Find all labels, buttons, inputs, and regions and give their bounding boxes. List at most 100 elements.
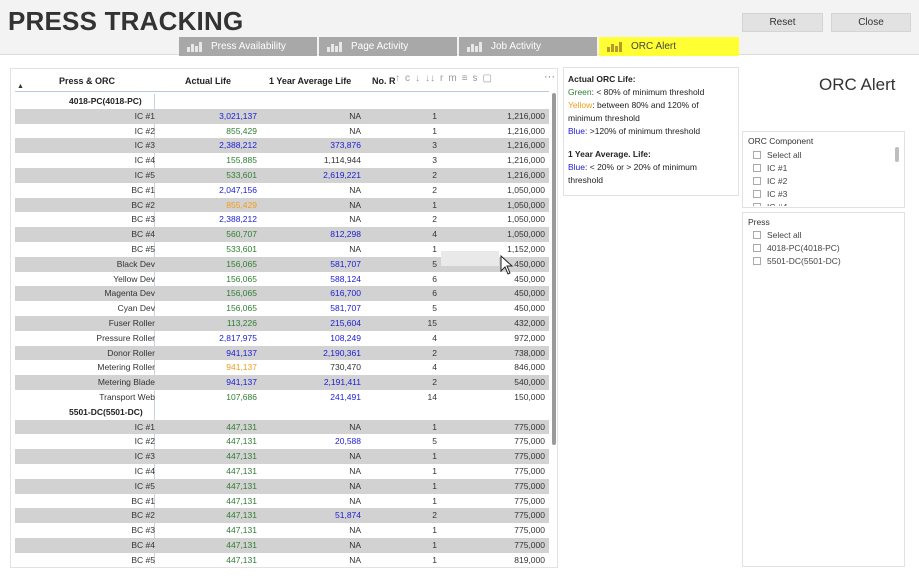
legend-blue-text: : >120% of minimum threshold <box>585 126 701 136</box>
page-title: ORC Alert <box>819 75 896 94</box>
slicer-option[interactable]: Select all <box>753 230 802 240</box>
sort-descending-icon[interactable]: ↓ <box>415 73 420 84</box>
replacements-cell: 4 <box>432 229 437 240</box>
actual-life-cell: 2,047,156 <box>219 184 257 195</box>
table-row[interactable]: BC #4 560,707 812,298 4 1,050,000 <box>15 227 549 242</box>
checkbox[interactable] <box>753 151 761 159</box>
replacements-cell: 2 <box>432 347 437 358</box>
replacements-cell: 1 <box>432 243 437 254</box>
slicer-title: Press <box>748 217 770 227</box>
drill-level-icon[interactable]: r <box>440 73 443 84</box>
replacements-cell: 1 <box>432 125 437 136</box>
slicer-option[interactable]: IC #1 <box>753 163 787 173</box>
hierarchy-icon[interactable]: m <box>448 73 456 84</box>
orc-label-cell: BC #3 <box>131 214 155 225</box>
replacements-cell: 5 <box>432 303 437 314</box>
table-row[interactable]: BC #3 447,131 NA 1 775,000 <box>15 523 549 538</box>
actual-life-cell: 107,686 <box>226 391 257 402</box>
expand-icon[interactable]: c <box>405 73 410 84</box>
slicer-option[interactable]: Select all <box>753 150 802 160</box>
table-row[interactable]: BC #3 2,388,212 NA 2 1,050,000 <box>15 212 549 227</box>
table-row[interactable]: Cyan Dev 156,065 581,707 5 450,000 <box>15 301 549 316</box>
table-scrollbar[interactable] <box>551 93 557 563</box>
checkbox[interactable] <box>753 190 761 198</box>
table-row[interactable]: IC #1 3,021,137 NA 1 1,216,000 <box>15 108 549 124</box>
slicer-scrollbar[interactable] <box>895 147 899 162</box>
bar-chart-icon <box>327 41 343 52</box>
threshold-cell: 775,000 <box>514 436 545 447</box>
table-row[interactable]: BC #2 447,131 51,874 2 775,000 <box>15 508 549 524</box>
color-legend: Actual ORC Life: Green: < 80% of minimum… <box>563 67 739 196</box>
sort-indicator-icon[interactable]: ▲ <box>17 83 24 90</box>
checkbox[interactable] <box>753 164 761 172</box>
more-options-icon[interactable]: ··· <box>544 71 555 83</box>
slicer-option[interactable]: IC #4 <box>753 202 787 206</box>
table-row[interactable]: IC #5 447,131 NA 1 775,000 <box>15 478 549 494</box>
table-row[interactable]: BC #2 855,429 NA 1 1,050,000 <box>15 197 549 213</box>
group-row[interactable]: 4018-PC(4018-PC) <box>15 94 549 109</box>
pin-icon[interactable]: s <box>473 73 478 84</box>
table-row[interactable]: BC #4 447,131 NA 1 775,000 <box>15 537 549 553</box>
table-row[interactable]: BC #1 447,131 NA 1 775,000 <box>15 494 549 509</box>
reset-button[interactable]: Reset <box>742 13 823 32</box>
table-row[interactable]: Donor Roller 941,137 2,190,361 2 738,000 <box>15 345 549 361</box>
table-row[interactable]: Yellow Dev 156,065 588,124 6 450,000 <box>15 272 549 287</box>
table-row[interactable]: IC #2 447,131 20,588 5 775,000 <box>15 434 549 449</box>
tab-orc-alert[interactable]: ORC Alert <box>599 37 739 56</box>
sort-ascending-icon[interactable]: ↑ <box>395 73 400 84</box>
table-row[interactable]: IC #1 447,131 NA 1 775,000 <box>15 419 549 435</box>
checkbox[interactable] <box>753 244 761 252</box>
checkbox[interactable] <box>753 203 761 206</box>
tab-job-activity[interactable]: Job Activity <box>459 37 597 56</box>
checkbox[interactable] <box>753 177 761 185</box>
table-row[interactable]: Transport Web 107,686 241,491 14 150,000 <box>15 390 549 405</box>
table-row[interactable]: BC #1 2,047,156 NA 2 1,050,000 <box>15 183 549 198</box>
threshold-cell: 450,000 <box>514 288 545 299</box>
tab-page-activity[interactable]: Page Activity <box>319 37 457 56</box>
orc-label-cell: IC #3 <box>134 451 155 462</box>
actual-life-cell: 855,429 <box>226 125 257 136</box>
table-row[interactable]: Magenta Dev 156,065 616,700 6 450,000 <box>15 286 549 302</box>
table-row[interactable]: IC #2 855,429 NA 1 1,216,000 <box>15 124 549 139</box>
checkbox[interactable] <box>753 257 761 265</box>
table-row[interactable]: Metering Roller 941,137 730,470 4 846,000 <box>15 360 549 375</box>
column-header-actual-life[interactable]: Actual Life <box>185 76 231 86</box>
column-header-no-replacements[interactable]: No. R <box>372 76 396 86</box>
table-row[interactable]: Pressure Roller 2,817,975 108,249 4 972,000 <box>15 331 549 346</box>
drill-down-icon[interactable]: ↓↓ <box>425 73 435 84</box>
threshold-cell: 450,000 <box>514 303 545 314</box>
orc-label-cell: Transport Web <box>99 391 155 402</box>
option-label: IC #4 <box>767 202 787 206</box>
group-row[interactable]: 5501-DC(5501-DC) <box>15 405 549 420</box>
slicer-option[interactable]: 4018-PC(4018-PC) <box>753 243 840 253</box>
actual-life-cell: 447,131 <box>226 554 257 565</box>
table-row[interactable]: IC #4 447,131 NA 1 775,000 <box>15 464 549 479</box>
legend-avg-blue-line: Blue: < 20% or > 20% of minimum threshol… <box>568 161 734 187</box>
table-row[interactable]: IC #3 447,131 NA 1 775,000 <box>15 449 549 464</box>
checkbox[interactable] <box>753 231 761 239</box>
avg-life-cell: 616,700 <box>330 288 361 299</box>
table-row[interactable]: Metering Blade 941,137 2,191,411 2 540,000 <box>15 375 549 390</box>
focus-mode-icon[interactable]: ▢ <box>483 73 492 84</box>
legend-green-text: : < 80% of minimum threshold <box>591 87 705 97</box>
orc-label-cell: IC #4 <box>134 465 155 476</box>
scrollbar-thumb[interactable] <box>552 93 556 445</box>
filter-icon[interactable]: ≡ <box>462 73 468 84</box>
column-header-avg-life[interactable]: 1 Year Average Life <box>269 76 351 86</box>
slicer-option[interactable]: IC #2 <box>753 176 787 186</box>
close-button[interactable]: Close <box>831 13 911 32</box>
replacements-cell: 1 <box>432 465 437 476</box>
press-slicer: Press Select all 4018-PC(4018-PC) 5501-DC(… <box>742 212 905 567</box>
table-row[interactable]: Fuser Roller 113,226 215,604 15 432,000 <box>15 315 549 331</box>
actual-life-cell: 156,065 <box>226 288 257 299</box>
table-row[interactable]: BC #5 447,131 NA 1 819,000 <box>15 553 549 567</box>
slicer-option[interactable]: IC #3 <box>753 189 787 199</box>
column-header-press-orc[interactable]: Press & ORC <box>59 76 115 86</box>
replacements-cell: 5 <box>432 258 437 269</box>
slicer-option[interactable]: 5501-DC(5501-DC) <box>753 256 841 266</box>
table-row[interactable]: IC #3 2,388,212 373,876 3 1,216,000 <box>15 138 549 154</box>
table-row[interactable]: IC #4 155,885 1,114,944 3 1,216,000 <box>15 153 549 168</box>
table-row[interactable]: IC #5 533,601 2,619,221 2 1,216,000 <box>15 167 549 183</box>
replacements-cell: 2 <box>432 377 437 388</box>
tab-press-availability[interactable]: Press Availability <box>179 37 317 56</box>
